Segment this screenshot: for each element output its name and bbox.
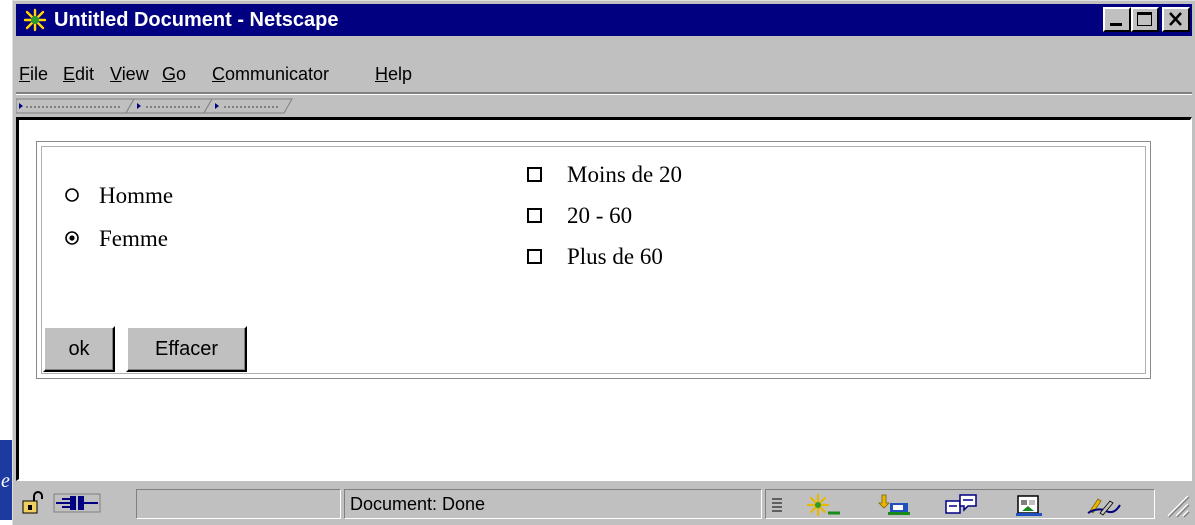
minimize-button[interactable] [1103,7,1131,32]
component-bar [765,489,1155,519]
title-bar: Untitled Document - Netscape [16,4,1192,36]
toolbar-grip-location[interactable] [125,98,213,114]
menu-separator [16,92,1192,95]
checkbox-moins-de-20-label: Moins de 20 [567,162,682,187]
checkbox-20-60-label: 20 - 60 [567,203,633,228]
composer-icon[interactable] [1014,492,1046,518]
status-text-panel: Document: Done [344,489,762,519]
sign-icon[interactable] [1086,492,1122,518]
navigator-icon[interactable] [806,492,842,518]
menu-file[interactable]: File [19,64,48,85]
radio-homme-label: Homme [99,183,174,208]
maximize-icon [1137,12,1152,26]
collapsed-toolbars[interactable] [16,97,296,115]
edge-tab: e [0,440,12,520]
component-bar-grip-icon[interactable] [770,493,784,519]
radio-homme[interactable] [65,188,79,202]
menu-bar: File Edit View Go Communicator Help [16,58,1192,88]
checkbox-plus-de-60-label: Plus de 60 [567,244,663,269]
close-button[interactable] [1162,7,1190,32]
radio-femme[interactable] [65,231,79,245]
status-bar: Document: Done [16,484,1192,524]
menu-edit[interactable]: Edit [63,64,94,85]
netscape-icon[interactable] [22,8,48,32]
minimize-icon [1110,23,1122,26]
status-text: Document: Done [350,494,486,514]
window-controls [1103,7,1190,33]
checkbox-20-60[interactable] [527,208,542,223]
resize-grip-icon[interactable] [1164,492,1190,518]
checkbox-plus-de-60[interactable] [527,249,542,264]
radio-femme-label: Femme [99,226,168,251]
mail-icon[interactable] [876,492,910,518]
toolbar-grip-personal[interactable] [203,98,293,114]
toolbar-grip-navigation[interactable] [16,98,135,114]
discussions-icon[interactable] [944,492,978,518]
browser-window: Untitled Document - Netscape File Edit V… [12,0,1195,525]
menu-communicator[interactable]: Communicator [212,64,329,85]
menu-view[interactable]: View [110,64,149,85]
checkbox-moins-de-20[interactable] [527,167,542,182]
edge-tab-glyph: e [1,470,10,492]
window-title: Untitled Document - Netscape [54,9,339,31]
progress-panel [136,489,341,519]
menu-help[interactable]: Help [375,64,412,85]
security-lock-icon[interactable] [20,490,46,516]
effacer-button[interactable]: Effacer [126,326,247,372]
form-table: Homme Femme Moins de 20 20 - 60 Plus de … [36,141,1151,379]
close-icon [1169,12,1182,26]
maximize-button[interactable] [1131,7,1159,32]
menu-go[interactable]: Go [162,64,186,85]
connection-plug-icon[interactable] [52,490,102,516]
ok-button[interactable]: ok [43,326,115,372]
